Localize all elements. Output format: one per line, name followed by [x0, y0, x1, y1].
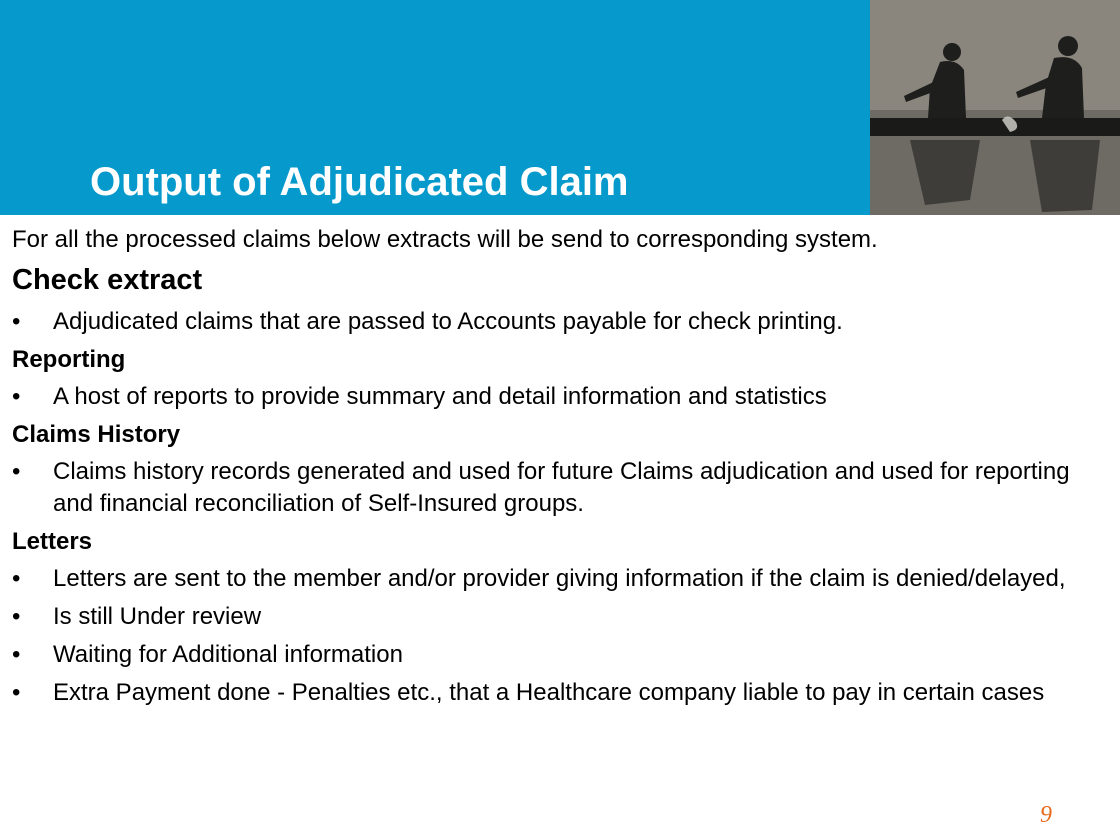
rowers-photo: [870, 0, 1120, 215]
bullet-icon: •: [12, 383, 21, 410]
bullet-icon: •: [12, 679, 21, 706]
slide-body: For all the processed claims below extra…: [12, 224, 1102, 715]
bullet-text: Claims history records generated and use…: [53, 458, 1070, 517]
list-item: • Adjudicated claims that are passed to …: [12, 306, 1102, 338]
heading-letters: Letters: [12, 528, 93, 555]
list-item: • Letters are sent to the member and/or …: [12, 563, 1102, 595]
heading-reporting: Reporting: [12, 346, 126, 373]
bullet-icon: •: [12, 308, 21, 335]
bullet-text: Is still Under review: [53, 603, 262, 630]
bullet-text: Waiting for Additional information: [53, 641, 403, 668]
slide-title: Output of Adjudicated Claim: [90, 160, 629, 204]
bullet-icon: •: [12, 458, 21, 485]
list-item: • Is still Under review: [12, 601, 1102, 633]
page-number: 9: [1040, 802, 1052, 828]
bullet-text: Extra Payment done - Penalties etc., tha…: [53, 679, 1045, 706]
bullet-text: A host of reports to provide summary and…: [53, 383, 827, 410]
heading-check-extract: Check extract: [12, 264, 203, 296]
list-item: • Waiting for Additional information: [12, 639, 1102, 671]
list-item: • Claims history records generated and u…: [12, 456, 1102, 520]
bullet-icon: •: [12, 565, 21, 592]
bullet-text: Adjudicated claims that are passed to Ac…: [53, 308, 843, 335]
intro-text: For all the processed claims below extra…: [12, 226, 878, 253]
bullet-icon: •: [12, 641, 21, 668]
bullet-icon: •: [12, 603, 21, 630]
list-item: • A host of reports to provide summary a…: [12, 381, 1102, 413]
list-item: • Extra Payment done - Penalties etc., t…: [12, 677, 1102, 709]
heading-claims-history: Claims History: [12, 421, 181, 448]
bullet-text: Letters are sent to the member and/or pr…: [53, 565, 1066, 592]
